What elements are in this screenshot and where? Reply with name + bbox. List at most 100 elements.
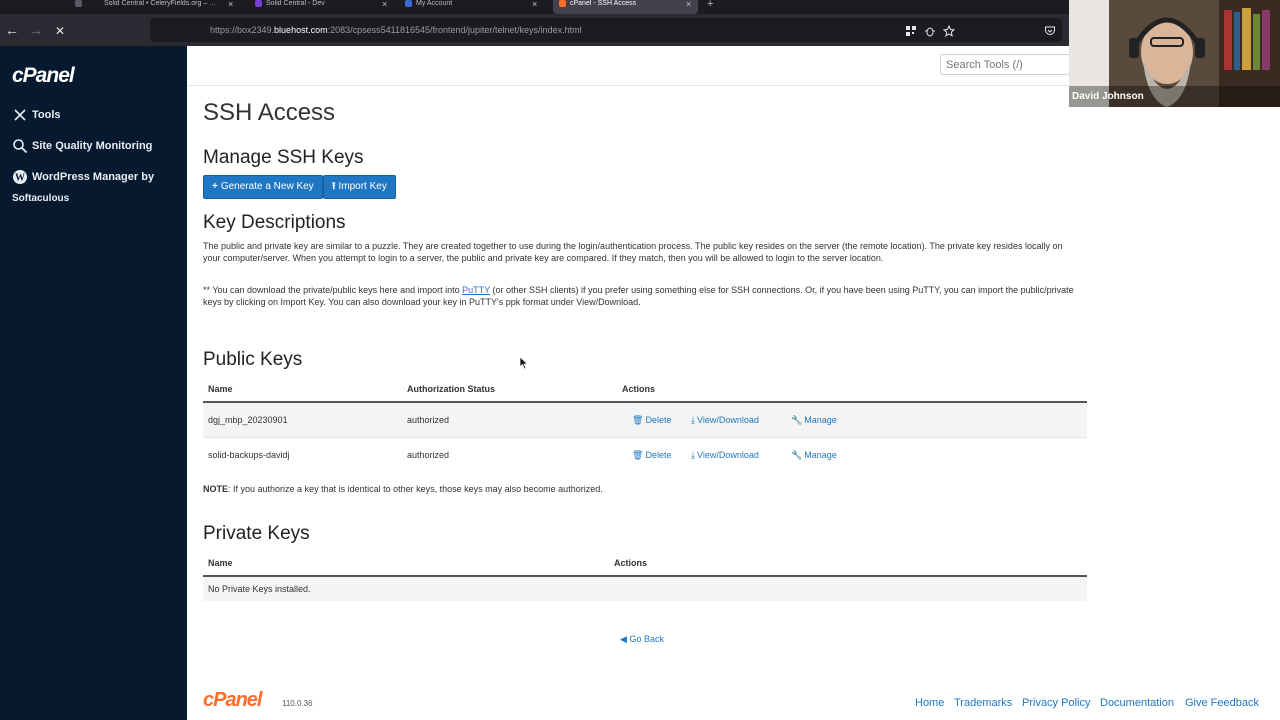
generate-label: Generate a New Key bbox=[220, 181, 314, 192]
table-row: No Private Keys installed. bbox=[203, 577, 1087, 601]
import-label: Import Key bbox=[338, 181, 387, 192]
favicon-icon bbox=[559, 0, 566, 7]
sidebar-item-label: Site Quality Monitoring bbox=[32, 140, 153, 152]
sidebar-item-tools[interactable]: Tools bbox=[12, 105, 61, 126]
key-status: authorized bbox=[407, 450, 450, 460]
close-icon[interactable]: × bbox=[686, 0, 691, 9]
column-header-actions: Actions bbox=[614, 558, 648, 568]
delete-link[interactable]: 🗑 Delete bbox=[632, 438, 671, 472]
footer-link-give-feedback[interactable]: Give Feedback bbox=[1185, 697, 1259, 709]
close-icon[interactable]: × bbox=[382, 0, 387, 9]
private-keys-table: Name Actions No Private Keys installed. bbox=[203, 557, 1087, 602]
close-icon[interactable]: × bbox=[228, 0, 233, 9]
browser-tab-cpanel-ssh[interactable]: cPanel - SSH Access × bbox=[553, 0, 698, 14]
close-icon[interactable]: × bbox=[532, 0, 537, 9]
table-row: solid-backups-davidj authorized 🗑 Delete … bbox=[203, 437, 1087, 471]
download-info-text-a: ** You can download the private/public k… bbox=[203, 285, 463, 295]
manage-label: Manage bbox=[804, 415, 837, 425]
url-domain: bluehost.com bbox=[274, 25, 328, 35]
go-back-label: Go Back bbox=[629, 634, 664, 644]
new-tab-button[interactable]: + bbox=[707, 0, 713, 14]
stop-button[interactable]: ✕ bbox=[50, 20, 70, 40]
browser-tab-solid-dev[interactable]: Solid Central - Dev × bbox=[255, 0, 393, 14]
column-header-status: Authorization Status bbox=[407, 384, 495, 394]
generate-new-key-button[interactable]: + Generate a New Key bbox=[203, 175, 323, 199]
sidebar-item-label: Tools bbox=[32, 109, 61, 121]
putty-link[interactable]: PuTTY bbox=[462, 285, 490, 295]
webcam-name-label: David Johnson bbox=[1072, 91, 1144, 102]
download-info-paragraph: ** You can download the private/public k… bbox=[203, 284, 1078, 308]
manage-link[interactable]: 🔧 Manage bbox=[791, 403, 837, 437]
view-download-link[interactable]: ⤓ View/Download bbox=[691, 438, 759, 472]
pocket-icon[interactable] bbox=[1044, 24, 1056, 36]
key-description-paragraph: The public and private key are similar t… bbox=[203, 241, 1063, 263]
manage-label: Manage bbox=[804, 450, 837, 460]
plus-icon: + bbox=[707, 0, 714, 10]
column-header-name: Name bbox=[208, 558, 233, 568]
qr-code-icon[interactable] bbox=[905, 24, 917, 36]
bug-icon[interactable] bbox=[924, 24, 936, 37]
manage-link[interactable]: 🔧 Manage bbox=[791, 438, 837, 472]
footer-link-documentation[interactable]: Documentation bbox=[1100, 697, 1174, 709]
url-text[interactable]: https://box2349.bluehost.com:2083/cpsess… bbox=[210, 18, 582, 42]
note-text: NOTE: If you authorize a key that is ide… bbox=[203, 484, 603, 494]
tab-overview-icon bbox=[75, 0, 82, 7]
view-download-link[interactable]: ⤓ View/Download bbox=[691, 403, 759, 437]
back-button[interactable]: ← bbox=[2, 20, 22, 40]
arrow-left-icon: ← bbox=[5, 22, 19, 38]
sidebar-item-label-line2: Softaculous bbox=[12, 193, 70, 204]
manage-ssh-keys-heading: Manage SSH Keys bbox=[203, 147, 364, 168]
upload-icon: ⭱ bbox=[332, 181, 336, 192]
key-descriptions-heading: Key Descriptions bbox=[203, 212, 346, 233]
sidebar-item-site-quality[interactable]: Site Quality Monitoring bbox=[12, 136, 152, 157]
delete-link[interactable]: 🗑 Delete bbox=[632, 403, 671, 437]
tab-overview-button[interactable] bbox=[75, 0, 82, 14]
top-strip bbox=[187, 46, 1070, 86]
wrench-icon: 🔧 bbox=[791, 450, 803, 460]
column-header-name: Name bbox=[208, 384, 233, 394]
favicon-icon bbox=[405, 0, 412, 7]
private-keys-heading: Private Keys bbox=[203, 523, 310, 544]
key-name: solid-backups-davidj bbox=[208, 450, 290, 460]
table-row: dgj_mbp_20230901 authorized 🗑 Delete ⤓ Vie… bbox=[203, 403, 1087, 437]
close-icon: ✕ bbox=[54, 24, 66, 38]
bookmark-star-icon[interactable] bbox=[942, 24, 956, 37]
empty-message: No Private Keys installed. bbox=[208, 584, 311, 594]
browser-tab-celeryfields[interactable]: Solid Central • CeleryFields.org – … × bbox=[92, 0, 242, 14]
browser-tab-my-account[interactable]: My Account × bbox=[405, 0, 543, 14]
delete-label: Delete bbox=[645, 415, 672, 425]
main-content: SSH Access Manage SSH Keys +Generate a N… bbox=[187, 46, 1280, 720]
view-download-label: View/Download bbox=[696, 415, 759, 425]
go-back-link[interactable]: ◀ Go Back bbox=[620, 634, 664, 645]
arrow-right-icon: → bbox=[29, 22, 43, 38]
favicon-icon bbox=[255, 0, 262, 7]
search-icon bbox=[12, 138, 28, 154]
forward-button[interactable]: → bbox=[26, 20, 46, 40]
note-label: NOTE bbox=[203, 484, 229, 494]
footer-cpanel-logo: cPanel bbox=[203, 689, 262, 711]
wrench-icon: 🔧 bbox=[791, 415, 803, 425]
cpanel-logo[interactable]: cPanel bbox=[12, 64, 75, 88]
sidebar-item-wordpress-manager[interactable]: W WordPress Manager by Softaculous bbox=[12, 167, 154, 209]
trash-icon: 🗑 bbox=[632, 415, 644, 425]
sidebar: cPanel Tools Site Quality Monitoring W W… bbox=[0, 46, 187, 720]
key-name: dgj_mbp_20230901 bbox=[208, 415, 288, 425]
tab-title: My Account bbox=[416, 0, 453, 7]
note-body: : If you authorize a key that is identic… bbox=[228, 484, 603, 494]
footer-link-home[interactable]: Home bbox=[915, 697, 944, 709]
page-title: SSH Access bbox=[203, 99, 336, 126]
key-status: authorized bbox=[407, 415, 450, 425]
import-key-button[interactable]: ⭱ Import Key bbox=[323, 175, 396, 199]
svg-text:W: W bbox=[15, 173, 25, 184]
tab-title: Solid Central • CeleryFields.org – … bbox=[104, 0, 217, 7]
footer-link-trademarks[interactable]: Trademarks bbox=[954, 697, 1012, 709]
plus-icon: + bbox=[212, 181, 218, 192]
wordpress-icon: W bbox=[12, 169, 28, 185]
webcam-overlay: David Johnson bbox=[1069, 0, 1280, 107]
arrow-circle-left-icon: ◀ bbox=[620, 634, 627, 644]
mouse-cursor-icon bbox=[519, 356, 529, 370]
public-keys-heading: Public Keys bbox=[203, 349, 303, 370]
search-tools-input[interactable] bbox=[940, 54, 1070, 75]
view-download-label: View/Download bbox=[696, 450, 759, 460]
footer-link-privacy-policy[interactable]: Privacy Policy bbox=[1022, 697, 1090, 709]
